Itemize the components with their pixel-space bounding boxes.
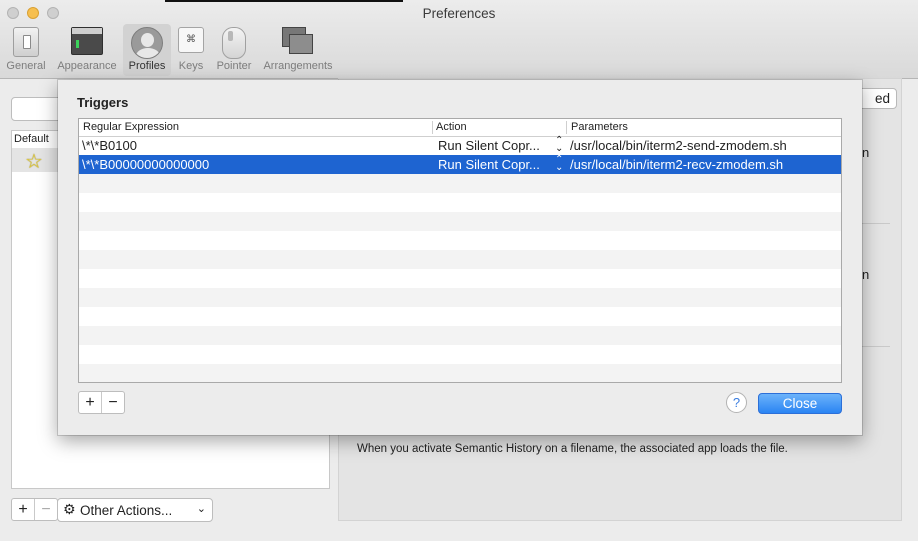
toolbar-general[interactable]: General — [3, 24, 49, 76]
toolbar-label-profiles: Profiles — [128, 60, 166, 72]
remove-profile-button[interactable]: − — [34, 499, 57, 520]
toolbar-keys[interactable]: ⌘ Keys — [174, 24, 208, 76]
toolbar-appearance[interactable]: Appearance — [53, 24, 121, 76]
trigger-add-remove-control: + − — [78, 391, 125, 414]
section-divider — [862, 346, 890, 347]
empty-row — [79, 345, 841, 364]
general-icon — [13, 27, 39, 57]
close-button[interactable]: Close — [758, 393, 842, 414]
remove-trigger-button[interactable]: − — [101, 392, 124, 413]
profiles-icon — [131, 27, 163, 59]
window-title: Preferences — [422, 6, 496, 21]
column-divider — [432, 121, 433, 134]
column-header-action[interactable]: Action — [436, 121, 467, 133]
column-header-regex[interactable]: Regular Expression — [83, 121, 179, 133]
toolbar-label-arrangements: Arrangements — [263, 60, 333, 72]
default-star-icon[interactable]: ☆ — [25, 149, 43, 174]
help-button[interactable]: ? — [726, 392, 747, 413]
action-popup[interactable]: Run Silent Copr... — [438, 157, 548, 172]
parameters-cell[interactable]: /usr/local/bin/iterm2-send-zmodem.sh — [570, 138, 787, 153]
regex-cell[interactable]: \*\*B0100 — [82, 138, 137, 153]
toolbar-arrangements[interactable]: Arrangements — [259, 24, 337, 76]
other-actions-popup[interactable]: ⚙ Other Actions... ⌄ — [57, 498, 213, 522]
title-bar: Preferences General Appearance Profiles … — [0, 0, 918, 79]
arrangements-icon — [282, 27, 314, 55]
other-actions-label: Other Actions... — [80, 503, 173, 518]
default-column-header: Default — [14, 133, 49, 145]
up-down-chevron-icon[interactable]: ⌃ ⌄ — [555, 136, 563, 154]
table-row[interactable]: \*\*B00000000000000 Run Silent Copr... ⌃… — [79, 155, 841, 174]
empty-row — [79, 250, 841, 269]
empty-row — [79, 307, 841, 326]
triggers-table[interactable]: Regular Expression Action Parameters \*\… — [78, 118, 842, 383]
profile-add-remove-control: + − — [11, 498, 58, 521]
empty-row — [79, 231, 841, 250]
toolbar-pointer[interactable]: Pointer — [212, 24, 256, 76]
column-header-parameters[interactable]: Parameters — [571, 121, 628, 133]
empty-row — [79, 288, 841, 307]
obscured-text-fragment: n — [862, 267, 870, 282]
parameters-cell[interactable]: /usr/local/bin/iterm2-recv-zmodem.sh — [570, 157, 783, 172]
toolbar-label-appearance: Appearance — [57, 60, 117, 72]
keys-icon: ⌘ — [178, 27, 204, 53]
toolbar-label-general: General — [6, 60, 46, 72]
regex-cell[interactable]: \*\*B00000000000000 — [82, 157, 209, 172]
pointer-icon — [222, 27, 246, 59]
top-edge-strip — [165, 0, 403, 2]
add-profile-button[interactable]: + — [12, 499, 34, 520]
empty-row — [79, 193, 841, 212]
table-header: Regular Expression Action Parameters — [79, 119, 841, 137]
toolbar-profiles[interactable]: Profiles — [123, 24, 171, 76]
empty-row — [79, 174, 841, 193]
empty-row — [79, 326, 841, 345]
up-down-chevron-icon[interactable]: ⌃ ⌄ — [555, 155, 563, 173]
action-popup[interactable]: Run Silent Copr... — [438, 138, 548, 153]
add-trigger-button[interactable]: + — [79, 392, 101, 413]
section-divider — [862, 223, 890, 224]
empty-row — [79, 212, 841, 231]
advanced-tab-label: ed — [874, 91, 890, 106]
toolbar-label-keys: Keys — [178, 60, 204, 72]
column-divider — [566, 121, 567, 134]
empty-row — [79, 364, 841, 382]
appearance-icon — [71, 27, 103, 55]
table-row[interactable]: \*\*B0100 Run Silent Copr... ⌃ ⌄ /usr/loc… — [79, 136, 841, 155]
semantic-history-description: When you activate Semantic History on a … — [357, 443, 788, 455]
empty-row — [79, 269, 841, 288]
sheet-title: Triggers — [77, 95, 129, 110]
toolbar-label-pointer: Pointer — [216, 60, 252, 72]
gear-icon: ⚙ — [63, 501, 76, 517]
obscured-text-fragment: n — [862, 145, 870, 160]
chevron-down-icon: ⌄ — [196, 503, 206, 515]
triggers-sheet: Triggers Regular Expression Action Param… — [58, 80, 862, 435]
